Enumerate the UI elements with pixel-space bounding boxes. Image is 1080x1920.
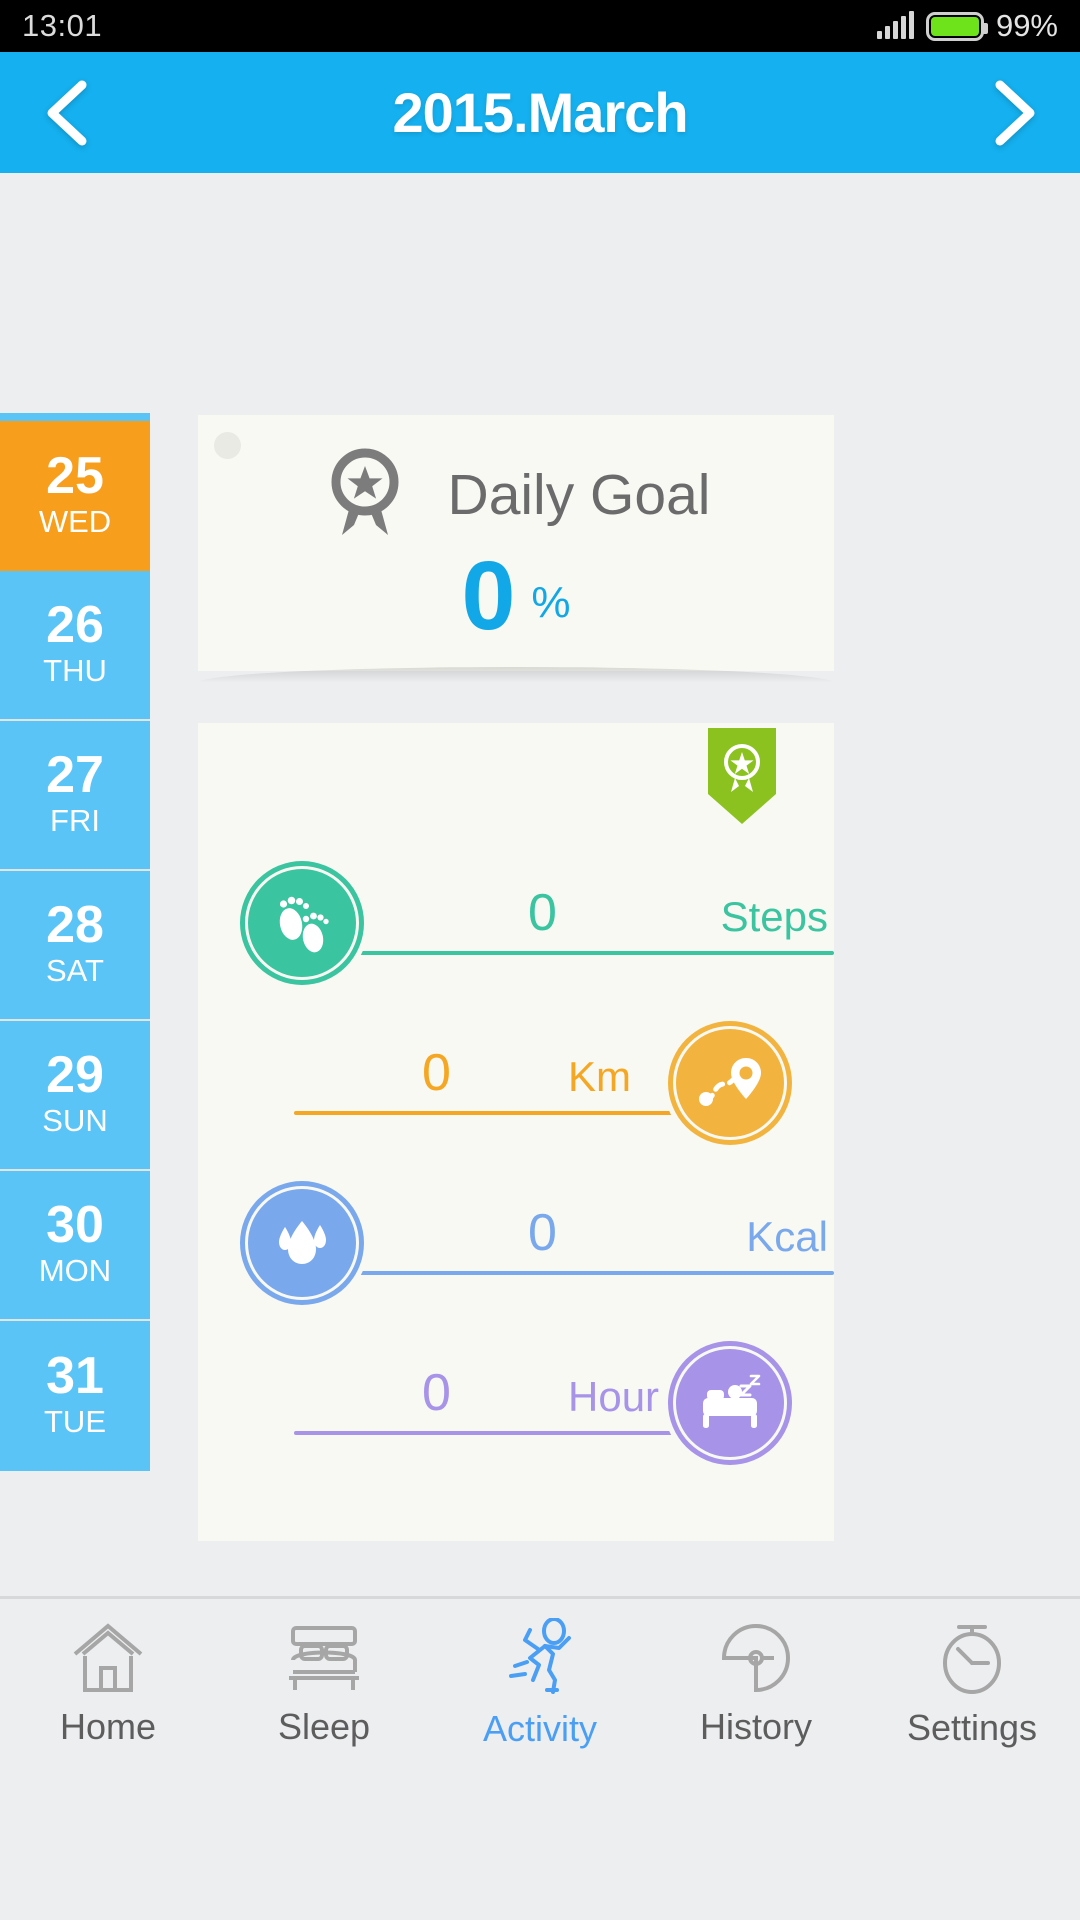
date-weekday: SAT [46,953,104,989]
running-icon [497,1617,583,1698]
tab-home[interactable]: Home [0,1599,216,1768]
app-header: 2015.March [0,52,1080,173]
signal-bars-icon [876,11,914,39]
metric-value: 0 [528,1204,557,1262]
tab-label: Home [59,1705,157,1747]
battery-percent: 99% [995,8,1058,43]
metric-unit: Steps [720,893,828,940]
date-weekday: MON [38,1253,112,1289]
daily-goal-value-group: 0 % [198,541,834,650]
tab-settings[interactable]: Settings [864,1599,1080,1768]
footprints-icon [240,861,364,985]
battery-icon [925,11,988,41]
metric-unit: Kcal [746,1213,828,1260]
tab-activity[interactable]: Activity [432,1599,648,1768]
date-weekday: THU [43,653,107,689]
date-weekday: FRI [50,803,100,839]
date-weekday: WED [38,504,112,540]
tab-label: Sleep [277,1705,371,1747]
tab-label: History [699,1705,812,1747]
date-weekday: SUN [42,1103,108,1139]
daily-goal-heading: Daily Goal [198,415,834,544]
medal-star-icon [322,445,408,544]
tab-label: Settings [906,1706,1038,1748]
status-indicators: 99% [876,8,1058,44]
bed-sleep-icon [668,1341,792,1465]
date-number: 30 [46,1196,104,1255]
tab-label: Activity [482,1707,597,1749]
daily-goal-unit: % [531,578,571,628]
metric-row-calories[interactable]: 0 Kcal [198,1175,834,1305]
date-cell[interactable]: 31 TUE [0,1321,150,1471]
metric-row-sleep[interactable]: 0 Hour [198,1335,834,1465]
chevron-left-icon[interactable] [38,79,94,147]
daily-goal-card[interactable]: Daily Goal 0 % [198,415,834,671]
bottom-navigation: Home Sleep Activity History Settings [0,1596,1080,1768]
date-rail: 25 WED 26 THU 27 FRI 28 SAT 29 SUN 30 MO… [0,413,150,1471]
date-cell[interactable]: 26 THU [0,571,150,721]
date-number: 29 [46,1046,104,1105]
pie-chart-icon [716,1620,796,1696]
metric-value: 0 [422,1044,451,1102]
date-cell[interactable]: 27 FRI [0,721,150,871]
date-number: 27 [46,746,104,805]
daily-goal-value: 0 [461,541,516,650]
daily-goal-label: Daily Goal [447,462,711,527]
metric-unit: Km [568,1053,631,1100]
date-cell[interactable]: 29 SUN [0,1021,150,1171]
metric-value: 0 [528,884,557,942]
route-pin-icon [668,1021,792,1145]
rail-cap [0,413,150,421]
dot-indicator [214,432,241,459]
date-number: 25 [46,447,104,506]
status-bar: 13:01 99% [0,0,1080,52]
status-time: 13:01 [22,8,103,43]
bed-icon [281,1620,367,1696]
date-cell[interactable]: 30 MON [0,1171,150,1321]
metric-value: 0 [422,1364,451,1422]
stopwatch-icon [932,1619,1012,1697]
date-number: 26 [46,596,104,655]
flame-drop-icon [240,1181,364,1305]
metrics-card: 0 Steps 0 Km 0 Kcal 0 Hour [198,723,834,1541]
metric-unit: Hour [568,1373,660,1420]
date-weekday: TUE [44,1404,106,1440]
main-content: 25 WED 26 THU 27 FRI 28 SAT 29 SUN 30 MO… [0,173,1080,1768]
tab-history[interactable]: History [648,1599,864,1768]
page-title: 2015.March [392,81,688,144]
metric-row-steps[interactable]: 0 Steps [198,855,834,985]
chevron-right-icon[interactable] [986,79,1042,147]
date-cell[interactable]: 28 SAT [0,871,150,1021]
date-number: 28 [46,896,104,955]
date-cell[interactable]: 25 WED [0,421,150,571]
award-ribbon-badge-icon [708,728,776,824]
tab-sleep[interactable]: Sleep [216,1599,432,1768]
date-number: 31 [46,1347,104,1406]
home-icon [69,1620,147,1696]
metric-row-distance[interactable]: 0 Km [198,1015,834,1145]
